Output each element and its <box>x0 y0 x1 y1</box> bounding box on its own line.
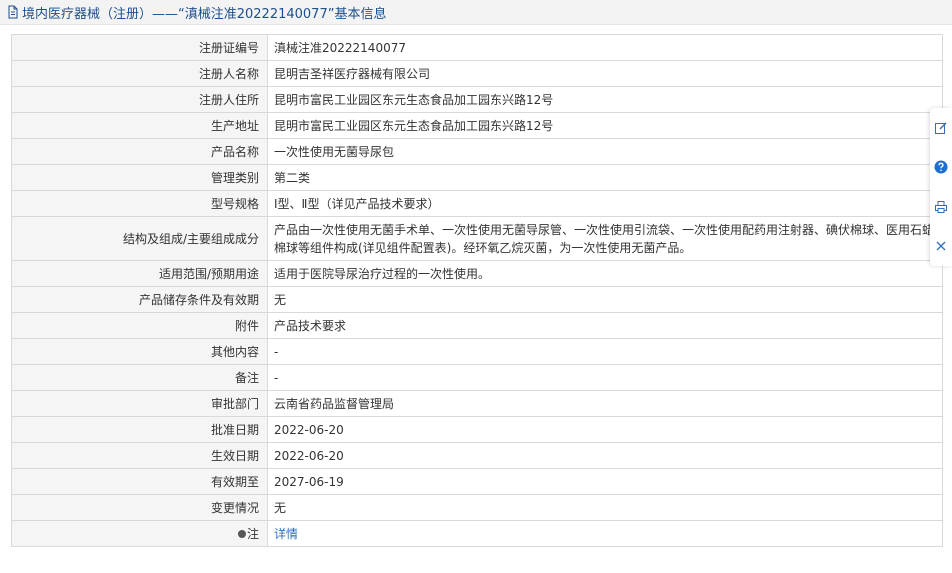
row-value: 云南省药品监督管理局 <box>267 390 943 417</box>
note-label: 注 <box>246 526 259 541</box>
table-row: 生产地址 昆明市富民工业园区东元生态食品加工园东兴路12号 <box>11 112 943 139</box>
row-value: 2022-06-20 <box>267 416 943 443</box>
table-row: 有效期至 2027-06-19 <box>11 468 943 495</box>
row-label: 备注 <box>11 364 268 391</box>
table-row: 注册人名称 昆明吉圣祥医疗器械有限公司 <box>11 60 943 87</box>
row-value: Ⅰ型、Ⅱ型（详见产品技术要求） <box>267 190 943 217</box>
row-label: 适用范围/预期用途 <box>11 260 268 287</box>
row-label: 附件 <box>11 312 268 339</box>
row-label: 型号规格 <box>11 190 268 217</box>
table-row: 其他内容 - <box>11 338 943 365</box>
row-value: 昆明吉圣祥医疗器械有限公司 <box>267 60 943 87</box>
page-header: 境内医疗器械（注册）——“滇械注准20222140077”基本信息 <box>0 0 952 25</box>
row-value: 滇械注准20222140077 <box>267 34 943 61</box>
row-value: 昆明市富民工业园区东元生态食品加工园东兴路12号 <box>267 112 943 139</box>
table-row: 适用范围/预期用途 适用于医院导尿治疗过程的一次性使用。 <box>11 260 943 287</box>
note-dot-icon <box>237 530 246 538</box>
row-label: 生产地址 <box>11 112 268 139</box>
row-label: 有效期至 <box>11 468 268 495</box>
row-label: 生效日期 <box>11 442 268 469</box>
document-icon <box>6 5 20 19</box>
table-row: 变更情况无 <box>11 494 943 521</box>
row-label: 变更情况 <box>11 494 268 521</box>
info-table: 注册证编号 滇械注准20222140077 注册人名称 昆明吉圣祥医疗器械有限公司 … <box>11 34 943 547</box>
table-row: 注册人住所 昆明市富民工业园区东元生态食品加工园东兴路12号 <box>11 86 943 113</box>
table-row: 产品储存条件及有效期无 <box>11 286 943 313</box>
row-value: 无 <box>267 286 943 313</box>
row-value: 昆明市富民工业园区东元生态食品加工园东兴路12号 <box>267 86 943 113</box>
table-row: 注册证编号 滇械注准20222140077 <box>11 34 943 61</box>
edit-icon[interactable] <box>933 120 949 136</box>
table-row: 生效日期 2022-06-20 <box>11 442 943 469</box>
table-row: 批准日期 2022-06-20 <box>11 416 943 443</box>
row-label: 注册人住所 <box>11 86 268 113</box>
page-title: 境内医疗器械（注册）——“滇械注准20222140077”基本信息 <box>22 6 387 22</box>
row-label: 产品名称 <box>11 138 268 165</box>
row-label: 结构及组成/主要组成成分 <box>11 216 268 261</box>
info-table-container: 注册证编号 滇械注准20222140077 注册人名称 昆明吉圣祥医疗器械有限公司 … <box>11 34 943 547</box>
note-label-cell: 注 <box>11 520 268 547</box>
table-row: 结构及组成/主要组成成分 产品由一次性使用无菌手术单、一次性使用无菌导尿管、一次性… <box>11 216 943 261</box>
table-row: 型号规格 Ⅰ型、Ⅱ型（详见产品技术要求） <box>11 190 943 217</box>
print-icon[interactable] <box>933 199 949 215</box>
row-value: 一次性使用无菌导尿包 <box>267 138 943 165</box>
table-row-note: 注 详情 <box>11 520 943 547</box>
row-value: - <box>267 338 943 365</box>
row-value: 第二类 <box>267 164 943 191</box>
table-row: 产品名称 一次性使用无菌导尿包 <box>11 138 943 165</box>
row-value: 2027-06-19 <box>267 468 943 495</box>
details-link[interactable]: 详情 <box>274 527 298 541</box>
row-value: 适用于医院导尿治疗过程的一次性使用。 <box>267 260 943 287</box>
row-label: 管理类别 <box>11 164 268 191</box>
row-label: 批准日期 <box>11 416 268 443</box>
row-label: 产品储存条件及有效期 <box>11 286 268 313</box>
note-value-cell: 详情 <box>267 520 943 547</box>
side-toolbar <box>930 108 952 266</box>
table-row: 备注 - <box>11 364 943 391</box>
table-row: 管理类别 第二类 <box>11 164 943 191</box>
row-label: 其他内容 <box>11 338 268 365</box>
row-label: 审批部门 <box>11 390 268 417</box>
help-icon[interactable] <box>933 159 949 175</box>
row-value: 2022-06-20 <box>267 442 943 469</box>
row-value: 产品技术要求 <box>267 312 943 339</box>
row-value: 产品由一次性使用无菌手术单、一次性使用无菌导尿管、一次性使用引流袋、一次性使用配… <box>267 216 943 261</box>
row-value: - <box>267 364 943 391</box>
row-label: 注册人名称 <box>11 60 268 87</box>
table-row: 审批部门 云南省药品监督管理局 <box>11 390 943 417</box>
row-value: 无 <box>267 494 943 521</box>
row-label: 注册证编号 <box>11 34 268 61</box>
close-icon[interactable] <box>933 238 949 254</box>
table-row: 附件 产品技术要求 <box>11 312 943 339</box>
